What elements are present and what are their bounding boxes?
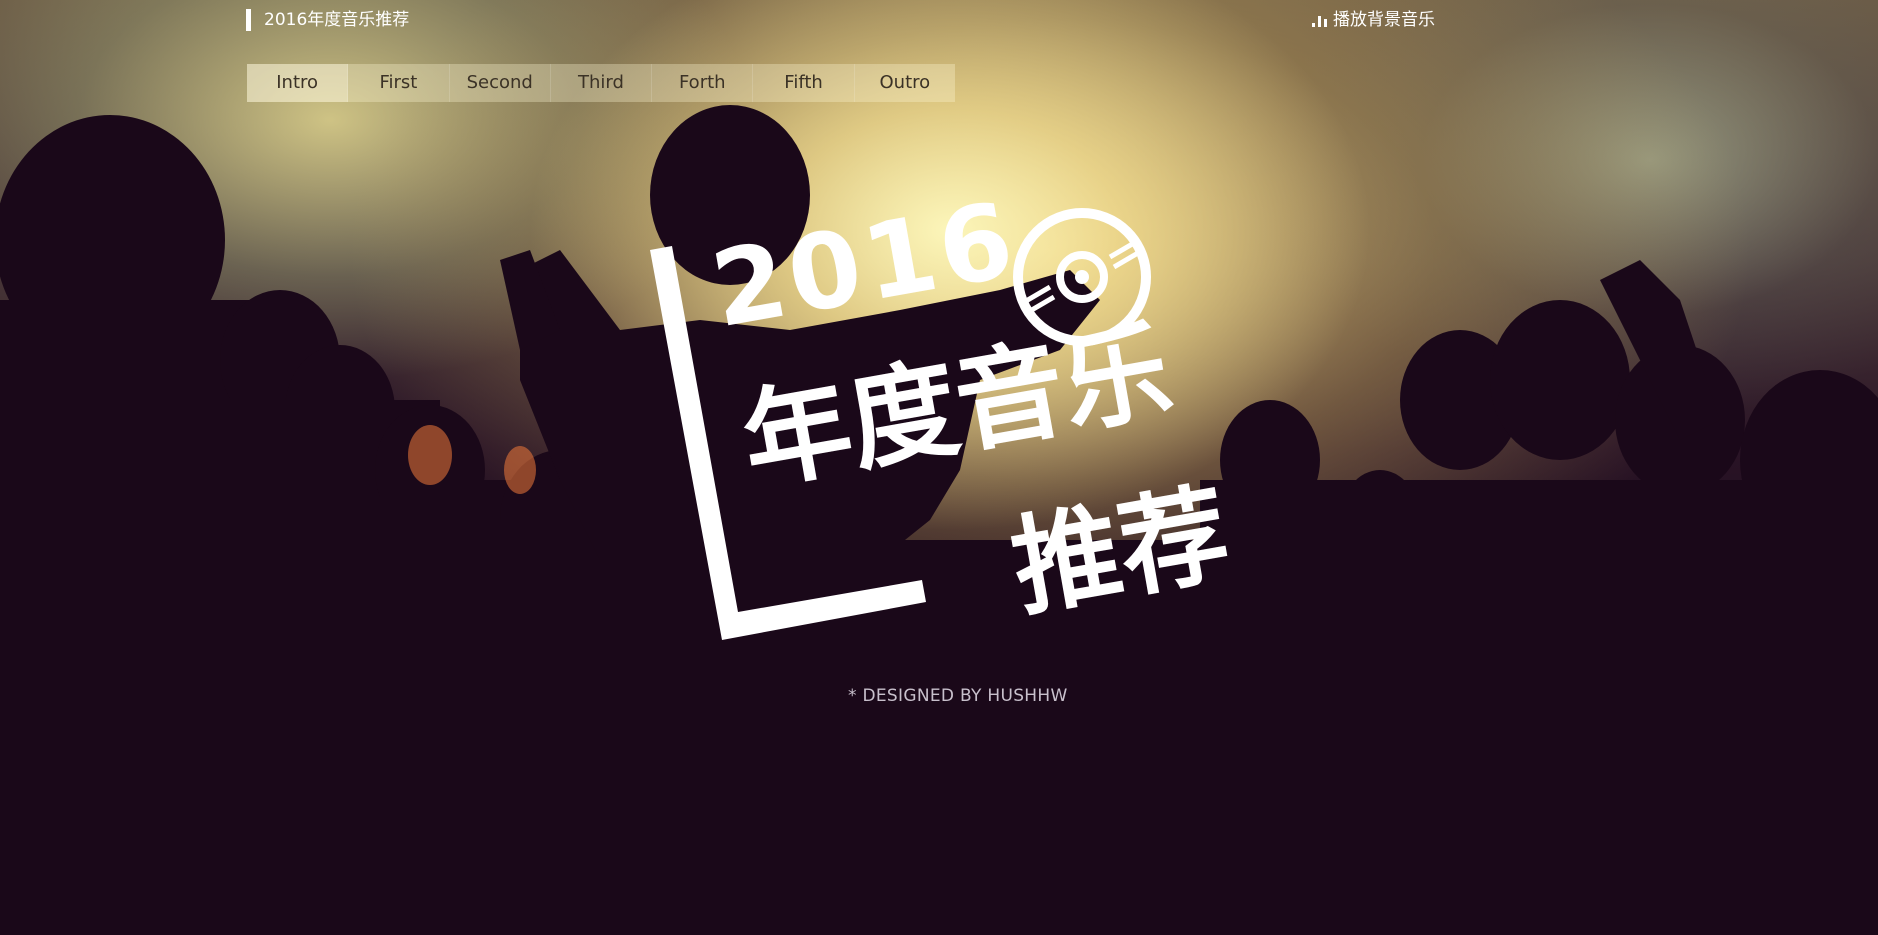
section-nav: Intro First Second Third Forth Fifth Out… [247,64,955,102]
nav-item-forth[interactable]: Forth [652,64,754,102]
designer-credit: * DESIGNED BY HUSHHW [848,686,1068,706]
nav-item-second[interactable]: Second [450,64,551,102]
title-accent-bar [246,9,251,31]
concert-background: 2016年度音乐推荐 播放背景音乐 Intro First Second Thi… [0,0,1878,935]
play-background-music-button[interactable]: 播放背景音乐 [1311,9,1435,31]
site-title[interactable]: 2016年度音乐推荐 [246,9,409,31]
nav-item-third[interactable]: Third [551,64,653,102]
nav-item-fifth[interactable]: Fifth [753,64,855,102]
crowd-silhouette [0,105,1878,935]
nav-item-intro[interactable]: Intro [247,64,349,102]
nav-item-outro[interactable]: Outro [855,64,955,102]
site-title-text: 2016年度音乐推荐 [264,10,410,30]
equalizer-icon [1312,16,1327,27]
nav-item-first[interactable]: First [348,64,450,102]
music-toggle-label: 播放背景音乐 [1333,10,1435,30]
